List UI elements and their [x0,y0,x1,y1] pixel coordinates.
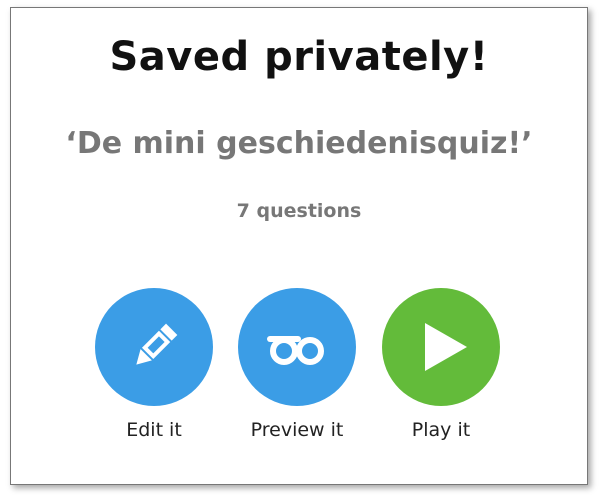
save-confirmation-card: Saved privately! ‘De mini geschiedenisqu… [10,7,588,485]
play-icon [425,323,467,371]
edit-circle[interactable] [95,288,213,406]
quiz-name: ‘De mini geschiedenisquiz!’ [65,126,533,161]
preview-button[interactable]: Preview it [227,288,367,441]
glasses-icon [267,336,324,365]
question-count: 7 questions [236,200,362,222]
edit-button[interactable]: Edit it [84,288,224,441]
preview-label: Preview it [250,419,344,441]
page-title: Saved privately! [109,34,489,80]
preview-circle[interactable] [238,288,356,406]
play-label: Play it [411,419,471,441]
play-circle[interactable] [382,288,500,406]
edit-label: Edit it [126,419,182,441]
play-button[interactable]: Play it [371,288,511,441]
pencil-icon [136,323,178,365]
